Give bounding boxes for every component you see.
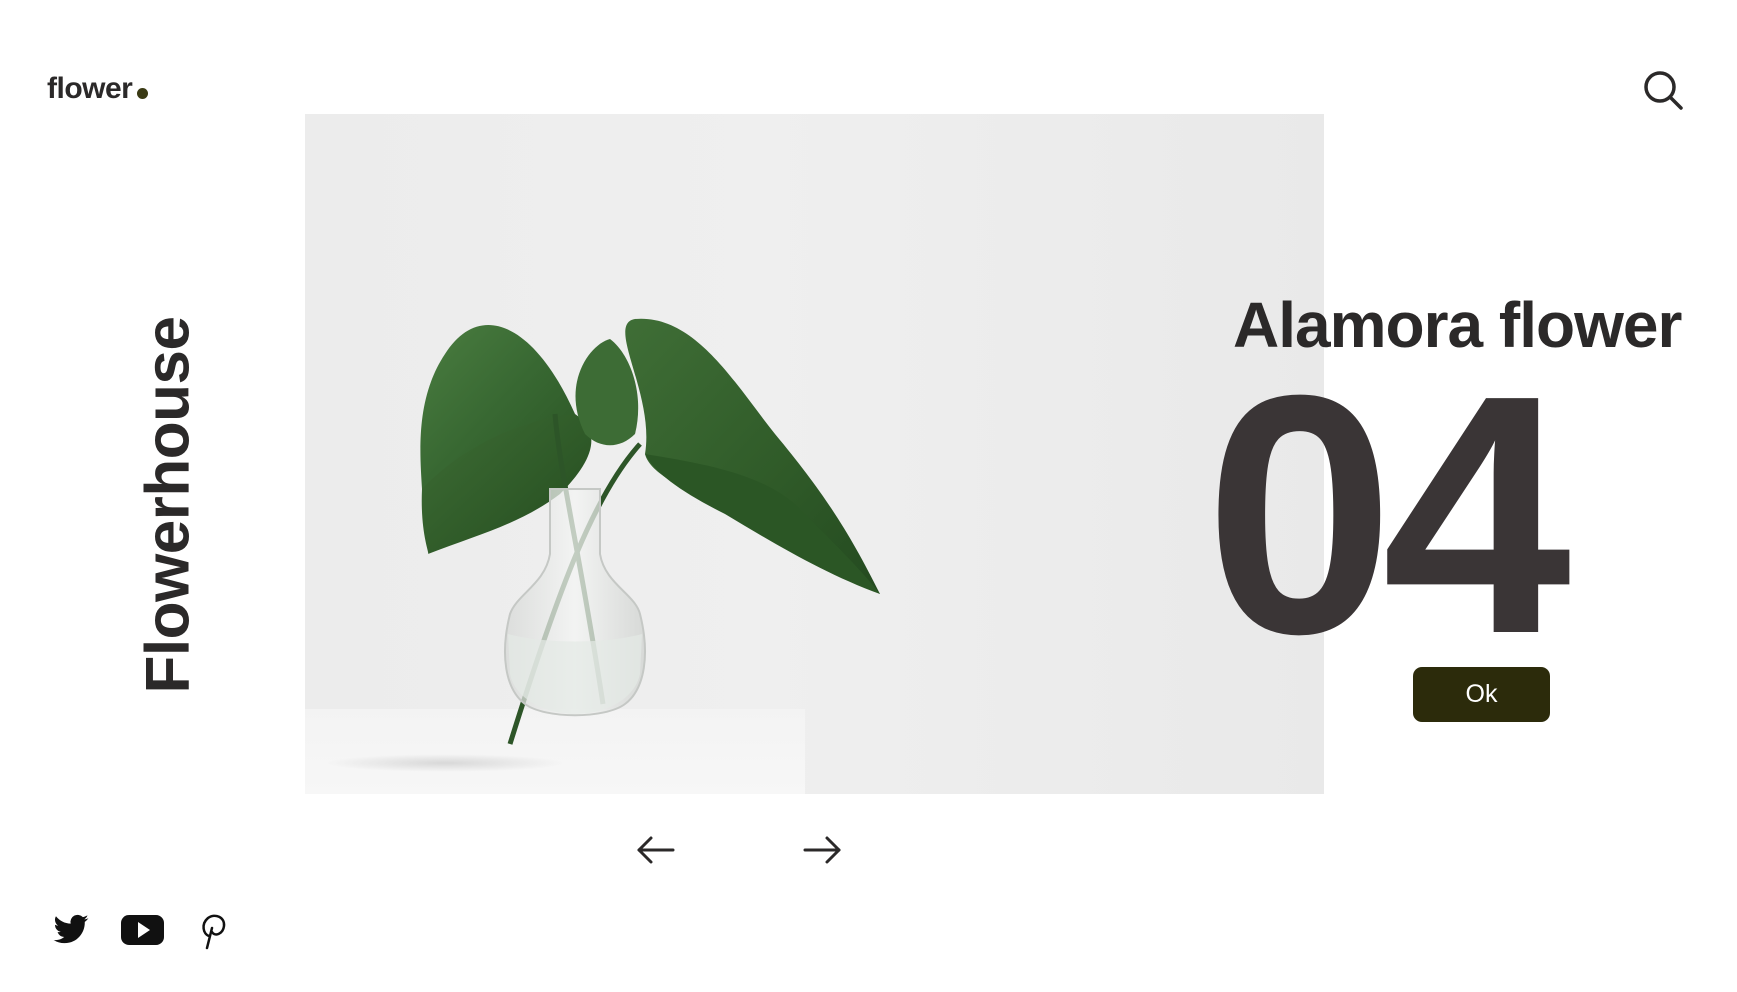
- youtube-icon: [121, 915, 164, 945]
- youtube-link[interactable]: [120, 910, 165, 950]
- twitter-link[interactable]: [52, 910, 90, 950]
- pinterest-icon: [202, 914, 226, 950]
- logo-dot: [137, 87, 149, 99]
- arrow-right-icon: [803, 836, 841, 864]
- prev-slide-button[interactable]: [633, 828, 677, 872]
- search-icon: [1644, 71, 1683, 110]
- arrow-left-icon: [637, 836, 675, 864]
- ok-button[interactable]: Ok: [1413, 667, 1550, 722]
- plant-illustration: [420, 318, 880, 745]
- hero-image: [305, 114, 1324, 794]
- slide-number: 04: [1205, 325, 1571, 705]
- next-slide-button[interactable]: [801, 828, 845, 872]
- pinterest-link[interactable]: [197, 910, 229, 950]
- logo[interactable]: flower: [47, 72, 149, 106]
- logo-text: flower: [47, 72, 133, 105]
- twitter-icon: [53, 914, 89, 944]
- page: flower Flowerhouse Alamora flower 04 Ok: [0, 0, 1737, 992]
- vertical-brand-title: Flowerhouse: [133, 316, 203, 694]
- search-button[interactable]: [1641, 68, 1685, 112]
